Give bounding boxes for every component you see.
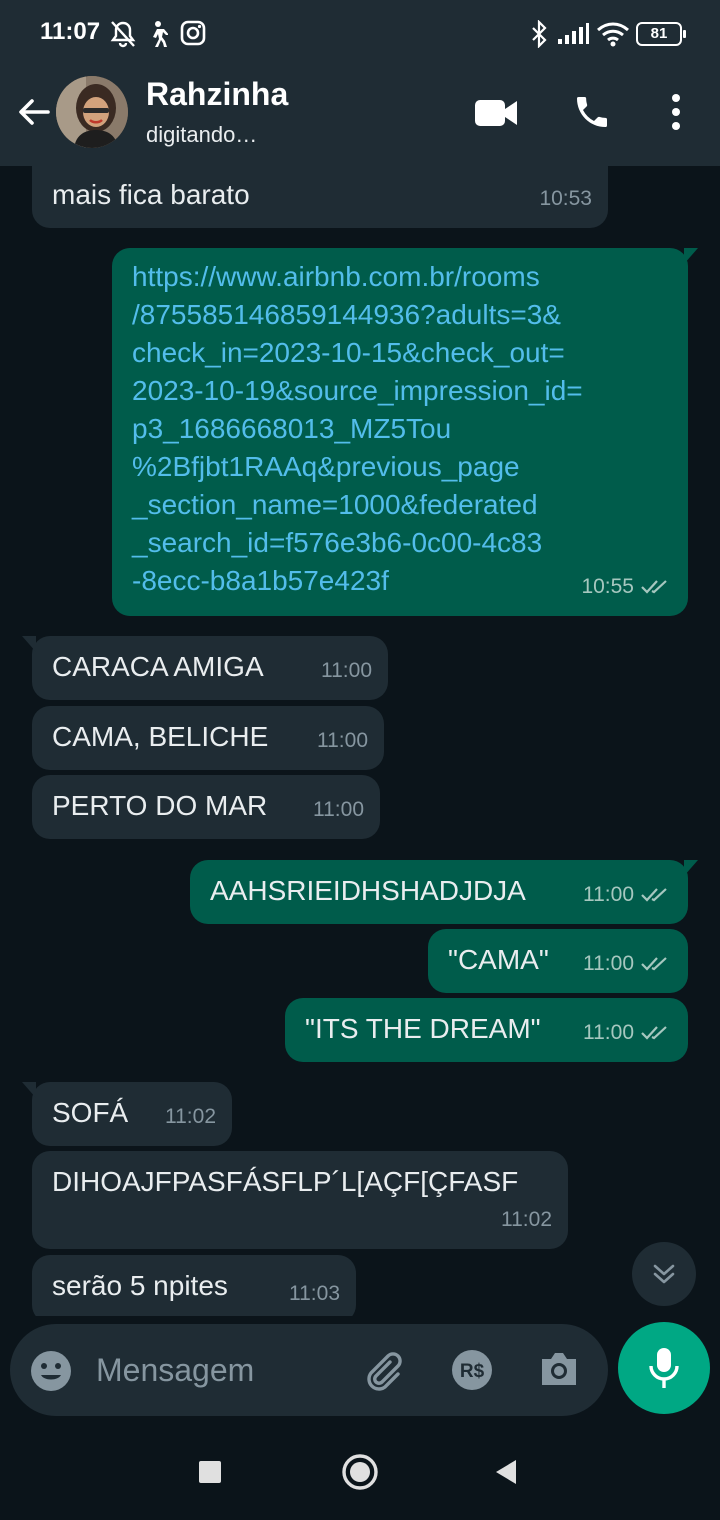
status-bar: 11:07 81: [0, 0, 720, 70]
message-composer: Mensagem R$: [0, 1316, 720, 1424]
more-vert-icon[interactable]: [664, 92, 688, 132]
message-time: 11:02: [165, 1105, 216, 1128]
message-bubble-incoming[interactable]: CAMA, BELICHE 11:00: [32, 706, 384, 770]
message-meta: 11:00: [313, 791, 364, 829]
message-time: 11:00: [313, 798, 364, 821]
home-icon[interactable]: [340, 1452, 380, 1492]
double-check-icon: [641, 580, 667, 594]
message-meta: 10:53: [539, 180, 592, 218]
message-text: "CAMA": [448, 944, 549, 975]
message-bubble-outgoing[interactable]: "ITS THE DREAM" 11:00: [285, 998, 688, 1062]
bubble-tail: [22, 636, 36, 652]
message-meta: 11:00: [583, 876, 672, 914]
phone-icon[interactable]: [572, 92, 612, 132]
avatar[interactable]: [56, 76, 128, 148]
message-meta: 11:02: [501, 1201, 552, 1239]
message-meta: 11:00: [583, 1014, 672, 1052]
link-line[interactable]: -8ecc-b8a1b57e423f: [132, 562, 583, 600]
message-bubble-incoming[interactable]: serão 5 npites 11:03: [32, 1255, 356, 1316]
message-bubble-incoming[interactable]: SOFÁ 11:02: [22, 1082, 232, 1146]
message-time: 11:00: [583, 952, 634, 975]
svg-text:R$: R$: [460, 1361, 485, 1382]
message-input[interactable]: Mensagem: [96, 1352, 254, 1389]
message-bubble-incoming[interactable]: PERTO DO MAR 11:00: [32, 775, 380, 839]
video-call-icon[interactable]: [474, 98, 518, 128]
contact-status: digitando…: [146, 122, 258, 147]
recents-icon[interactable]: [198, 1460, 222, 1484]
message-bubble-incoming[interactable]: DIHOAJFPASFÁSFLP´L[AÇF[ÇFASF 11:02: [32, 1151, 568, 1249]
message-input-box[interactable]: Mensagem R$: [10, 1324, 608, 1416]
message-text: mais fica barato: [52, 179, 250, 210]
message-meta: 11:00: [321, 652, 372, 690]
message-time: 10:55: [581, 575, 634, 598]
message-bubble-outgoing[interactable]: "CAMA" 11:00: [428, 929, 688, 993]
walking-icon: [153, 21, 168, 47]
back-arrow-icon[interactable]: [14, 92, 54, 132]
message-text: PERTO DO MAR: [52, 790, 268, 821]
payment-icon[interactable]: R$: [450, 1348, 494, 1392]
message-time: 11:03: [289, 1282, 340, 1305]
message-meta: 11:00: [317, 722, 368, 760]
message-text: AAHSRIEIDHSHADJDJA: [210, 875, 526, 906]
battery-level: 81: [650, 25, 668, 42]
attach-icon[interactable]: [360, 1348, 404, 1392]
message-time: 11:00: [583, 1021, 634, 1044]
emoji-icon[interactable]: [30, 1350, 72, 1392]
message-meta: 10:55: [581, 568, 672, 606]
message-text: CARACA AMIGA: [52, 651, 264, 682]
message-text: DIHOAJFPASFÁSFLP´L[AÇF[ÇFASF: [52, 1166, 519, 1197]
link-line[interactable]: https://www.airbnb.com.br/rooms: [132, 258, 583, 296]
message-text: CAMA, BELICHE: [52, 721, 269, 752]
link-line[interactable]: _section_name=1000&federated: [132, 486, 583, 524]
message-bubble-outgoing[interactable]: AAHSRIEIDHSHADJDJA 11:00: [190, 860, 698, 924]
message-time: 11:00: [317, 729, 368, 752]
message-time: 11:02: [501, 1208, 552, 1231]
link-line[interactable]: /875585146859144936?adults=3&: [132, 296, 583, 334]
link-line[interactable]: _search_id=f576e3b6-0c00-4c83: [132, 524, 583, 562]
back-icon[interactable]: [494, 1458, 518, 1486]
message-text: "ITS THE DREAM": [305, 1013, 541, 1044]
bubble-tail: [684, 860, 698, 876]
link-line[interactable]: %2Bfjbt1RAAq&previous_page: [132, 448, 583, 486]
bubble-tail: [684, 248, 698, 264]
chat-header: Rahzinha digitando…: [0, 70, 720, 166]
message-bubble-incoming[interactable]: mais fica barato 10:53: [32, 166, 608, 228]
double-check-icon: [641, 1026, 667, 1040]
navigation-bar: [0, 1424, 720, 1520]
battery-icon: 81: [636, 22, 686, 46]
contact-name[interactable]: Rahzinha: [146, 76, 288, 113]
signal-icon: [558, 23, 589, 44]
message-text: serão 5 npites: [52, 1270, 228, 1301]
message-time: 10:53: [539, 187, 592, 210]
chat-area[interactable]: mais fica barato 10:53 https://www.airbn…: [0, 166, 720, 1316]
wifi-icon: [597, 22, 629, 47]
message-meta: 11:00: [583, 945, 672, 983]
message-time: 11:00: [583, 883, 634, 906]
camera-icon[interactable]: [538, 1350, 580, 1388]
message-bubble-incoming[interactable]: CARACA AMIGA 11:00: [22, 636, 388, 700]
link-line[interactable]: p3_1686668013_MZ5Tou: [132, 410, 583, 448]
mic-icon: [649, 1348, 679, 1388]
mic-button[interactable]: [618, 1322, 710, 1414]
bubble-tail: [22, 1082, 36, 1098]
link-line[interactable]: check_in=2023-10-15&check_out=: [132, 334, 583, 372]
scroll-down-button[interactable]: [632, 1242, 696, 1306]
message-bubble-outgoing[interactable]: https://www.airbnb.com.br/rooms /8755851…: [112, 248, 698, 616]
notifications-off-icon: [110, 21, 136, 48]
message-meta: 11:03: [289, 1275, 340, 1313]
scroll-down-icon: [653, 1264, 675, 1284]
double-check-icon: [641, 888, 667, 902]
instagram-icon: [180, 20, 206, 46]
message-meta: 11:02: [165, 1098, 216, 1136]
link-text[interactable]: https://www.airbnb.com.br/rooms /8755851…: [132, 258, 583, 600]
link-line[interactable]: 2023-10-19&source_impression_id=: [132, 372, 583, 410]
bluetooth-icon: [532, 20, 547, 48]
message-time: 11:00: [321, 659, 372, 682]
double-check-icon: [641, 957, 667, 971]
message-text: SOFÁ: [52, 1097, 129, 1128]
status-time: 11:07: [40, 18, 101, 45]
